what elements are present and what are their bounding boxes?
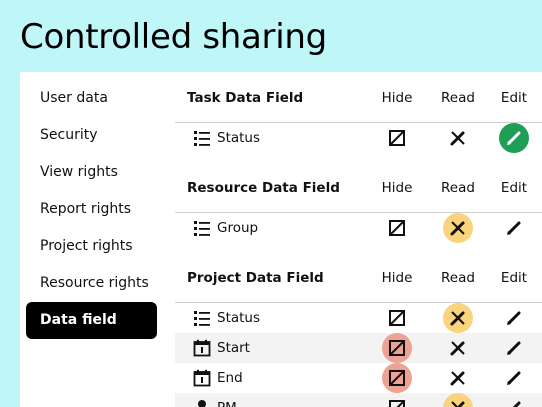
- edit-indicator: [499, 213, 529, 243]
- read-indicator: [443, 333, 473, 363]
- sidebar-item-user-data[interactable]: User data: [26, 80, 157, 117]
- field-label: Status: [217, 130, 261, 146]
- edit-indicator: [499, 393, 529, 407]
- hide-icon: [388, 399, 406, 407]
- edit-icon: [505, 339, 523, 357]
- field-label: End: [217, 370, 243, 386]
- edit-toggle[interactable]: [489, 333, 539, 363]
- hide-icon: [388, 129, 406, 147]
- edit-toggle[interactable]: [489, 363, 539, 393]
- hide-indicator: [382, 363, 412, 393]
- read-toggle[interactable]: [433, 363, 483, 393]
- sidebar-item-security[interactable]: Security: [26, 117, 157, 154]
- edit-icon: [505, 219, 523, 237]
- table-row: Status: [175, 303, 542, 333]
- hide-toggle[interactable]: [372, 393, 422, 407]
- edit-icon: [505, 129, 523, 147]
- edit-indicator: [499, 303, 529, 333]
- section-header: Task Data Field Hide Read Edit: [175, 82, 542, 116]
- read-indicator: [443, 363, 473, 393]
- page-title: Controlled sharing: [20, 17, 327, 57]
- table-row: Group: [175, 213, 542, 243]
- hide-icon: [388, 339, 406, 357]
- sidebar-item-report-rights[interactable]: Report rights: [26, 191, 157, 228]
- column-header-read: Read: [441, 90, 475, 106]
- section-title: Resource Data Field: [187, 180, 340, 196]
- read-indicator: [443, 393, 473, 407]
- read-icon: [449, 339, 467, 357]
- hide-toggle[interactable]: [372, 363, 422, 393]
- column-header-read: Read: [441, 180, 475, 196]
- hide-icon: [388, 219, 406, 237]
- edit-toggle[interactable]: [489, 303, 539, 333]
- table-row: End: [175, 363, 542, 393]
- column-header-hide: Hide: [381, 90, 413, 106]
- read-icon: [449, 369, 467, 387]
- read-indicator: [443, 213, 473, 243]
- edit-toggle[interactable]: [489, 123, 539, 153]
- edit-indicator: [499, 123, 529, 153]
- column-header-read: Read: [441, 270, 475, 286]
- content-panel: User data Security View rights Report ri…: [20, 72, 542, 407]
- hide-toggle[interactable]: [372, 213, 422, 243]
- read-indicator: [443, 303, 473, 333]
- list-icon: [193, 129, 211, 147]
- sidebar-item-view-rights[interactable]: View rights: [26, 154, 157, 191]
- read-toggle[interactable]: [433, 333, 483, 363]
- section-title: Project Data Field: [187, 270, 324, 286]
- table-row: Status: [175, 123, 542, 153]
- section-title: Task Data Field: [187, 90, 304, 106]
- sidebar-item-project-rights[interactable]: Project rights: [26, 228, 157, 265]
- field-label: Start: [217, 340, 250, 356]
- edit-icon: [505, 309, 523, 327]
- field-label: Status: [217, 310, 261, 326]
- read-icon: [449, 129, 467, 147]
- edit-indicator: [499, 333, 529, 363]
- read-icon: [449, 309, 467, 327]
- hide-icon: [388, 309, 406, 327]
- calendar-icon: [193, 369, 211, 387]
- edit-indicator: [499, 363, 529, 393]
- read-icon: [449, 219, 467, 237]
- person-icon: [193, 399, 211, 407]
- read-indicator: [443, 123, 473, 153]
- field-label: PM: [217, 400, 237, 407]
- read-toggle[interactable]: [433, 393, 483, 407]
- read-icon: [449, 399, 467, 407]
- hide-toggle[interactable]: [372, 333, 422, 363]
- hide-indicator: [382, 213, 412, 243]
- table-row: Start: [175, 333, 542, 363]
- list-icon: [193, 309, 211, 327]
- field-label: Group: [217, 220, 259, 236]
- hide-indicator: [382, 123, 412, 153]
- table-row: PM: [175, 393, 542, 407]
- sidebar-item-data-field-rights[interactable]: Data field rights: [26, 302, 157, 365]
- hide-indicator: [382, 333, 412, 363]
- list-icon: [193, 219, 211, 237]
- rights-table: Task Data Field Hide Read Edit Status Resourc…: [175, 72, 542, 407]
- section-header: Resource Data Field Hide Read Edit: [175, 172, 542, 206]
- calendar-icon: [193, 339, 211, 357]
- column-header-hide: Hide: [381, 270, 413, 286]
- edit-icon: [505, 369, 523, 387]
- edit-icon: [505, 399, 523, 407]
- hide-toggle[interactable]: [372, 303, 422, 333]
- hide-indicator: [382, 393, 412, 407]
- column-header-edit: Edit: [500, 270, 528, 286]
- sidebar-item-resource-rights[interactable]: Resource rights: [26, 265, 157, 302]
- column-header-edit: Edit: [500, 180, 528, 196]
- hide-toggle[interactable]: [372, 123, 422, 153]
- read-toggle[interactable]: [433, 123, 483, 153]
- edit-toggle[interactable]: [489, 393, 539, 407]
- read-toggle[interactable]: [433, 303, 483, 333]
- column-header-hide: Hide: [381, 180, 413, 196]
- edit-toggle[interactable]: [489, 213, 539, 243]
- section-header: Project Data Field Hide Read Edit: [175, 262, 542, 296]
- hide-indicator: [382, 303, 412, 333]
- column-header-edit: Edit: [500, 90, 528, 106]
- hide-icon: [388, 369, 406, 387]
- read-toggle[interactable]: [433, 213, 483, 243]
